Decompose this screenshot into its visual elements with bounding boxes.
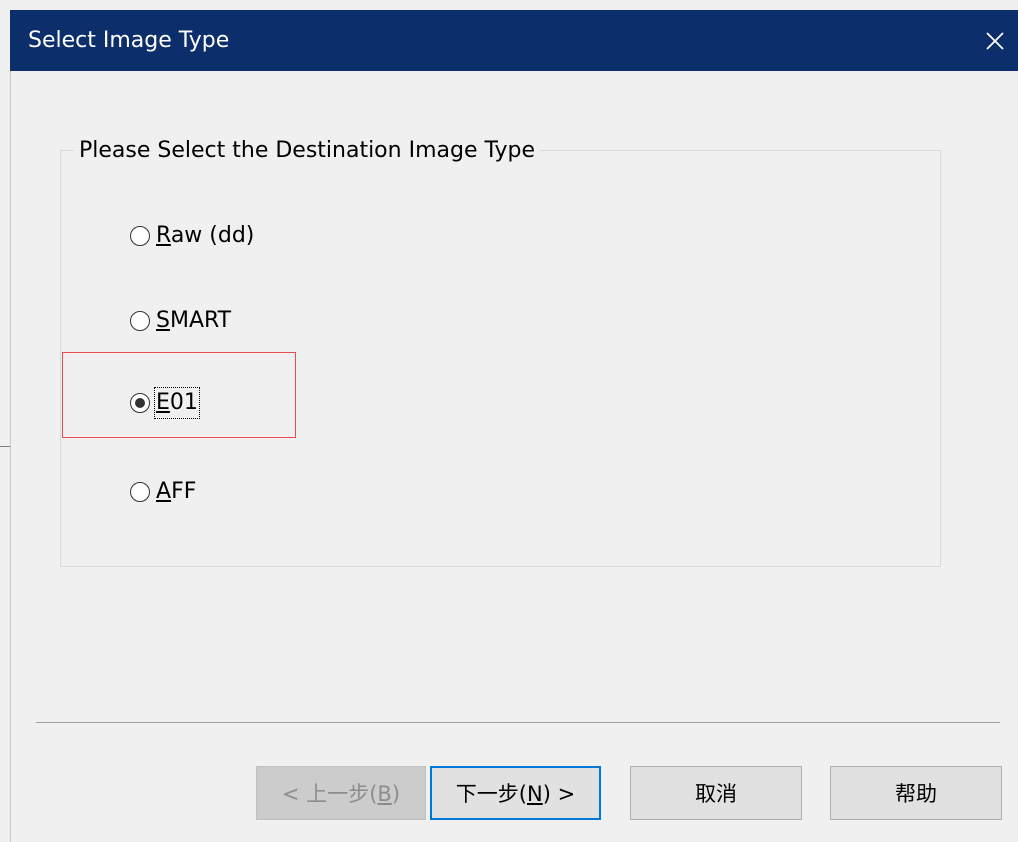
window-left-edge [10, 71, 11, 842]
help-button-label: 帮助 [895, 782, 937, 806]
groupbox-title: Please Select the Destination Image Type [74, 137, 541, 165]
next-button[interactable]: 下一步(N) > [430, 766, 601, 820]
radio-checked-icon [130, 393, 150, 413]
radio-unchecked-icon [130, 482, 150, 502]
dialog-title: Select Image Type [28, 28, 230, 53]
radio-unchecked-icon [130, 311, 150, 331]
radio-aff[interactable]: AFF [130, 476, 196, 508]
next-button-label: 下一步(N) > [455, 782, 576, 806]
help-button[interactable]: 帮助 [830, 766, 1002, 820]
radio-e01[interactable]: E01 [130, 387, 200, 419]
back-button[interactable]: < 上一步(B) [256, 766, 426, 820]
radio-selected-dot [135, 398, 145, 408]
radio-unchecked-icon [130, 226, 150, 246]
radio-aff-label: AFF [156, 479, 197, 504]
cancel-button[interactable]: 取消 [630, 766, 802, 820]
close-icon [986, 31, 1004, 50]
radio-raw-dd-label: Raw (dd) [156, 223, 255, 248]
select-image-type-dialog: Select Image Type Please Select the Dest… [0, 0, 1018, 842]
radio-smart[interactable]: SMART [130, 305, 231, 337]
cancel-button-label: 取消 [695, 782, 737, 806]
radio-e01-label: E01 [154, 387, 200, 419]
title-bar[interactable]: Select Image Type [10, 10, 1018, 71]
button-area-separator [36, 722, 1000, 723]
close-button[interactable] [972, 10, 1018, 71]
background-window-edge [0, 446, 10, 447]
radio-smart-label: SMART [156, 308, 232, 333]
back-button-label: < 上一步(B) [281, 782, 401, 806]
radio-raw-dd[interactable]: Raw (dd) [130, 220, 254, 252]
